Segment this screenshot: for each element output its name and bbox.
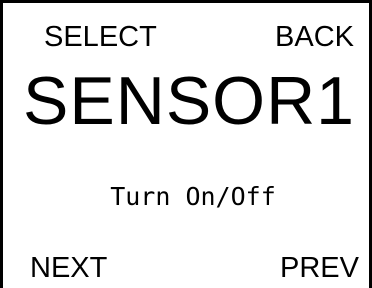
menu-option[interactable]: Turn On/Off — [3, 184, 369, 209]
lcd-screen: SELECT BACK SENSOR1 Turn On/Off NEXT PRE… — [0, 0, 372, 288]
next-softkey[interactable]: NEXT — [30, 254, 107, 283]
screen-title: SENSOR1 — [23, 63, 355, 139]
back-softkey[interactable]: BACK — [275, 23, 354, 52]
select-softkey[interactable]: SELECT — [44, 23, 157, 52]
prev-softkey[interactable]: PREV — [280, 254, 359, 283]
